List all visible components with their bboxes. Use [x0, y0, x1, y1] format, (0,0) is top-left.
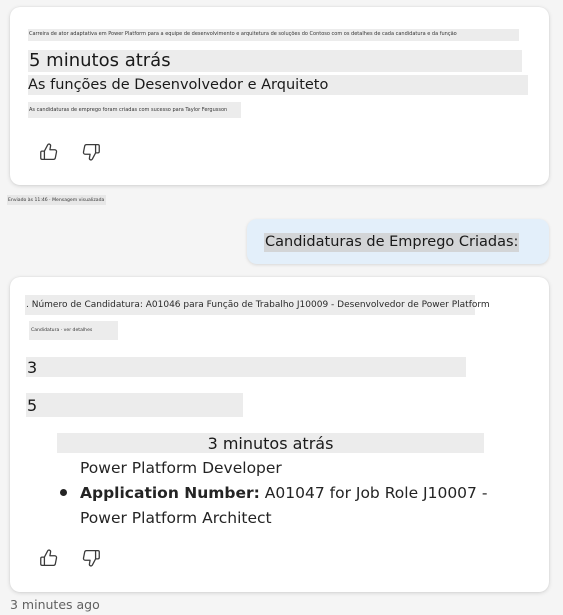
- application-number-label: Application Number:: [80, 484, 260, 502]
- user-message-bubble: Candidaturas de Emprego Criadas:: [247, 219, 549, 264]
- message-summary-line: Carreira de ator adaptativa em Power Pla…: [28, 29, 519, 41]
- message-subtext: As candidaturas de emprego foram criadas…: [28, 102, 241, 118]
- message-summary-text: Carreira de ator adaptativa em Power Pla…: [29, 31, 457, 37]
- like-button[interactable]: [36, 139, 62, 165]
- like-button[interactable]: [36, 545, 62, 571]
- message-status: Enviado às 11:46 · Mensagem visualizada: [7, 195, 106, 205]
- dislike-button[interactable]: [78, 139, 104, 165]
- application-number-value: A01047 for Job Role J10007 -: [259, 484, 488, 502]
- list-item-text: 5: [27, 396, 38, 415]
- message-status-text: Enviado às 11:46 · Mensagem visualizada: [8, 198, 105, 203]
- message-timestamp-text: 5 minutos atrás: [29, 50, 171, 71]
- list-item: 3: [26, 357, 466, 377]
- application-role-name: Power Platform Architect: [80, 509, 272, 527]
- application-line-text: . Número de Candidatura: A01046 para Fun…: [26, 300, 490, 310]
- thumbs-down-icon: [82, 550, 100, 567]
- application-subline-text: Candidatura · ver detalhes: [31, 328, 93, 333]
- application-number-line: Application Number: A01047 for Job Role …: [80, 481, 487, 506]
- list-item-text: 3: [27, 358, 38, 377]
- message-timestamp: 5 minutos atrás: [28, 50, 522, 72]
- application-subline: Candidatura · ver detalhes: [29, 321, 118, 340]
- user-message-text: Candidaturas de Emprego Criadas:: [264, 233, 520, 252]
- application-line: . Número de Candidatura: A01046 para Fun…: [25, 295, 490, 315]
- bot-message-card: . Número de Candidatura: A01046 para Fun…: [10, 277, 549, 592]
- thumbs-up-icon: [40, 143, 58, 160]
- message-timestamp-text: 3 minutos atrás: [207, 434, 334, 453]
- thumbs-up-icon: [40, 549, 58, 566]
- chat-transcript: Carreira de ator adaptativa em Power Pla…: [0, 0, 563, 615]
- list-item: 5: [26, 393, 243, 417]
- dislike-button[interactable]: [78, 545, 104, 571]
- bot-message-card: Carreira de ator adaptativa em Power Pla…: [10, 7, 549, 185]
- message-subtext-text: As candidaturas de emprego foram criadas…: [29, 107, 228, 113]
- message-heading: As funções de Desenvolvedor e Arquiteto: [28, 75, 528, 95]
- message-timestamp: 3 minutos atrás: [57, 433, 484, 453]
- role-continuation: Power Platform Developer: [80, 459, 282, 477]
- message-time-ago: 3 minutes ago: [10, 597, 100, 612]
- bullet-dot: [60, 489, 67, 496]
- message-heading-text: As funções de Desenvolvedor e Arquiteto: [28, 77, 329, 93]
- thumbs-down-icon: [82, 144, 100, 161]
